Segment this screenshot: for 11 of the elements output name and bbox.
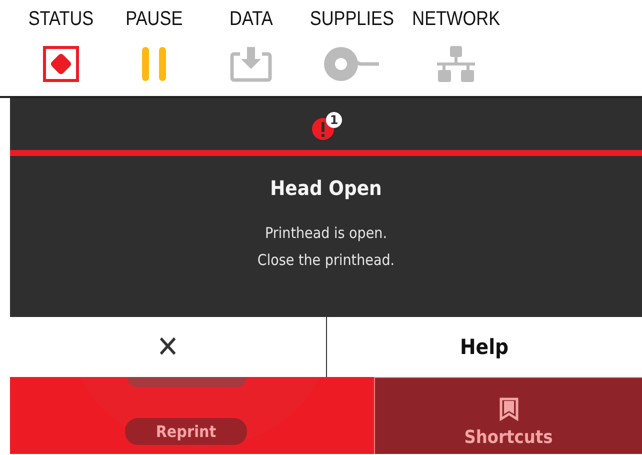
bookmark-icon	[498, 397, 518, 421]
alert-message: Printhead is open. Close the printhead.	[257, 223, 395, 271]
indicator-label: STATUS	[28, 8, 94, 31]
shortcuts-button[interactable]: Shortcuts	[374, 377, 642, 454]
indicator-label: SUPPLIES	[310, 8, 394, 31]
alert-title: Head Open	[270, 176, 382, 200]
notification-count-badge: 1	[326, 112, 342, 128]
reprint-button[interactable]: Reprint	[125, 418, 247, 445]
indicator-label: PAUSE	[125, 8, 183, 31]
indicator-label: DATA	[229, 8, 273, 31]
indicator-label: NETWORK	[412, 8, 500, 31]
